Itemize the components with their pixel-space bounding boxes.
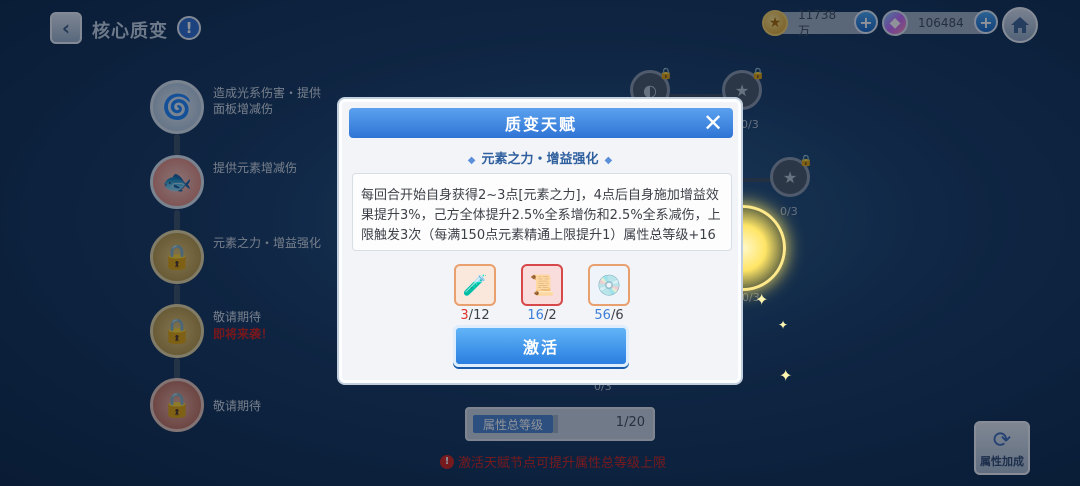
material-count: 16/2: [527, 308, 557, 323]
chevron-left-icon: ‹: [61, 16, 71, 40]
modal-header: 质变天赋 ✕: [349, 108, 733, 138]
talent-description[interactable]: 每回合开始自身获得2~3点[元素之力]，4点后自身施加增益效果提升3%，己方全体…: [352, 173, 732, 251]
talent-modal: 质变天赋 ✕ ◆ 元素之力・增益强化 ◆ 每回合开始自身获得2~3点[元素之力]，4…: [339, 99, 741, 383]
talent-label: 提供元素增减伤: [213, 161, 298, 175]
star-icon: ★: [782, 167, 798, 187]
add-gems-button[interactable]: +: [974, 10, 998, 34]
talent-connector: [174, 358, 180, 380]
talent-connector: [174, 210, 180, 232]
talent-label: 敬请期待: [213, 310, 262, 324]
coin-counter: ★ 11738万 +: [762, 8, 878, 38]
material-item[interactable]: 💿 56/6: [584, 264, 634, 323]
refresh-arrow-icon: ⟳: [992, 428, 1012, 453]
talent-item-coming-soon[interactable]: 🔒 敬请期待: [150, 378, 320, 434]
coin-amount: 11738万: [798, 7, 837, 38]
warning-message: ! 激活天赋节点可提升属性总等级上限: [440, 452, 666, 471]
lock-icon: 🔒: [150, 230, 204, 284]
level-tag: 属性总等级: [473, 415, 553, 433]
material-item[interactable]: 📜 16/2: [517, 264, 567, 323]
lock-icon: 🔒: [150, 304, 204, 358]
subtitle-text: 元素之力・增益强化: [481, 152, 599, 167]
fish-icon: 🐟: [150, 155, 204, 209]
attribute-level-bar: 属性总等级 1/20: [465, 407, 655, 441]
add-coins-button[interactable]: +: [854, 10, 878, 34]
warning-text: 激活天赋节点可提升属性总等级上限: [458, 456, 667, 471]
page-title: 核心质变: [92, 21, 168, 42]
talent-label: 敬请期待: [213, 399, 262, 413]
disc-icon: 💿: [588, 264, 630, 306]
lock-icon: 🔒: [751, 67, 765, 80]
gem-icon: ◆: [882, 10, 908, 36]
warning-icon: !: [440, 454, 454, 469]
gem-counter: ◆ 106484 +: [882, 10, 998, 36]
star-icon: ★: [734, 80, 750, 100]
attribute-bonus-label: 属性加成: [980, 455, 1024, 468]
sparkle-icon: ✦: [779, 366, 793, 385]
lock-icon: 🔒: [150, 378, 204, 432]
talent-label: 造成光系伤害・提供面板增减伤: [213, 86, 322, 116]
talent-connector: [174, 284, 180, 306]
home-button[interactable]: [1002, 7, 1038, 43]
home-icon: [1011, 17, 1029, 33]
talent-item-element-power[interactable]: 🔒 元素之力・增益强化: [150, 230, 322, 286]
sparkle-icon: ✦: [755, 290, 769, 309]
diamond-icon: ◆: [604, 155, 613, 166]
activate-button[interactable]: 激活: [453, 325, 629, 367]
level-value: 1/20: [615, 415, 645, 430]
scroll-icon: 📜: [521, 264, 563, 306]
lock-icon: 🔒: [799, 154, 813, 167]
modal-subtitle: ◆ 元素之力・增益强化 ◆: [342, 148, 738, 167]
bottle-icon: 🧪: [454, 264, 496, 306]
close-icon[interactable]: ✕: [701, 109, 727, 137]
talent-connector: [174, 134, 180, 156]
lock-icon: 🔒: [659, 67, 673, 80]
node-progress: 0/3: [780, 205, 798, 218]
material-list: 🧪 3/12 📜 16/2 💿 56/6: [450, 264, 634, 324]
material-count: 56/6: [594, 308, 624, 323]
material-item[interactable]: 🧪 3/12: [450, 264, 500, 323]
info-icon[interactable]: !: [177, 16, 201, 40]
gem-amount: 106484: [918, 16, 964, 30]
talent-sub-label: 即将来袭！: [213, 327, 274, 341]
coin-icon: ★: [762, 10, 788, 36]
back-button[interactable]: ‹: [50, 12, 82, 44]
material-count: 3/12: [460, 308, 490, 323]
talent-item-element-reduction[interactable]: 🐟 提供元素增减伤: [150, 155, 320, 211]
modal-title: 质变天赋: [504, 115, 577, 134]
swirl-icon: 🌀: [150, 80, 204, 134]
level-progress-fill: [553, 415, 558, 433]
attribute-bonus-button[interactable]: ⟳ 属性加成: [974, 421, 1030, 475]
talent-item-light-damage[interactable]: 🌀 造成光系伤害・提供面板增减伤: [150, 80, 322, 136]
tree-node-locked[interactable]: ★ 🔒: [770, 154, 813, 197]
diamond-icon: ◆: [467, 155, 476, 166]
sparkle-icon: ✦: [778, 318, 789, 332]
node-progress: 0/3: [741, 118, 759, 131]
shield-icon: ◐: [643, 80, 657, 100]
talent-item-coming-soon[interactable]: 🔒 敬请期待 即将来袭！: [150, 304, 320, 360]
talent-label: 元素之力・增益强化: [213, 236, 322, 250]
